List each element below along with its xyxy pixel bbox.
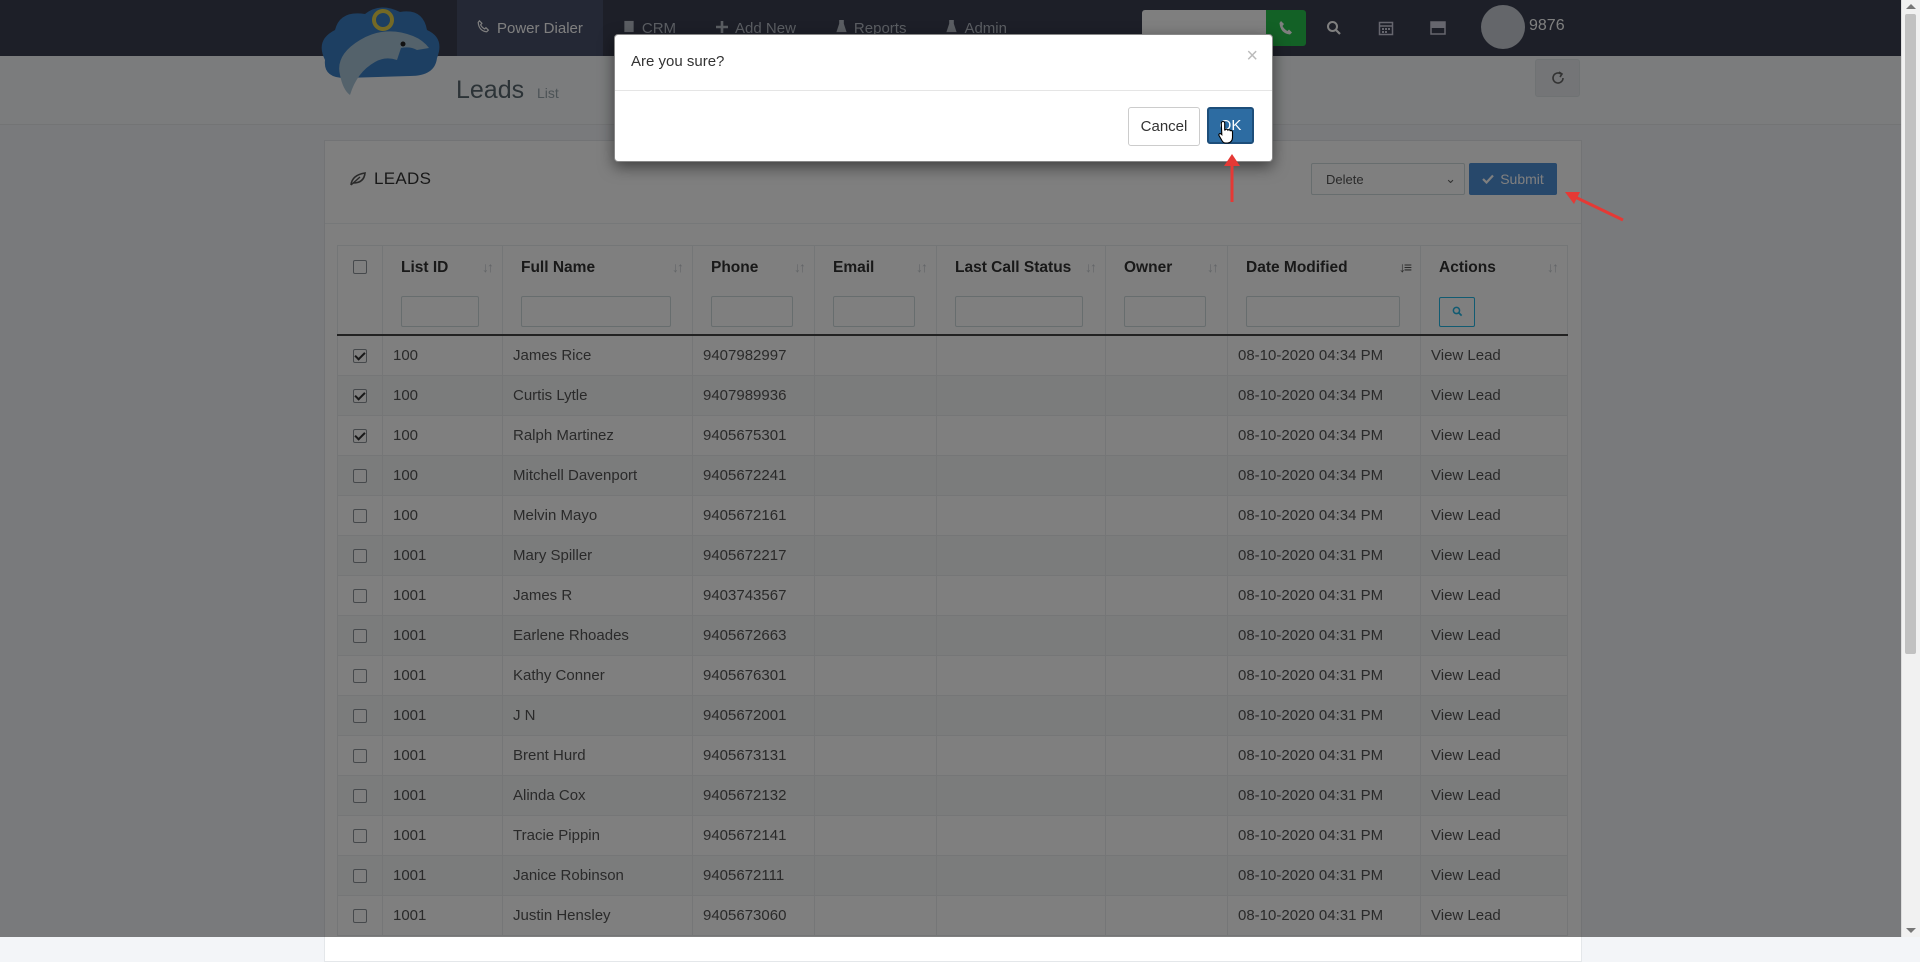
scroll-up-icon[interactable]: [1906, 4, 1916, 9]
annotation-arrow-up-icon: [1224, 154, 1240, 202]
dialog-title: Are you sure?: [631, 53, 725, 70]
annotation-arrow-left-icon: [1565, 192, 1624, 222]
hand-cursor-icon: [1218, 120, 1234, 144]
confirm-dialog: Are you sure? × Cancel OK: [614, 34, 1273, 162]
vertical-scrollbar[interactable]: [1901, 0, 1920, 937]
scroll-down-icon[interactable]: [1906, 928, 1916, 933]
close-icon[interactable]: ×: [1246, 45, 1258, 68]
dialog-header: Are you sure? ×: [615, 35, 1272, 91]
cancel-button[interactable]: Cancel: [1128, 107, 1200, 146]
scrollbar-thumb[interactable]: [1905, 14, 1916, 654]
